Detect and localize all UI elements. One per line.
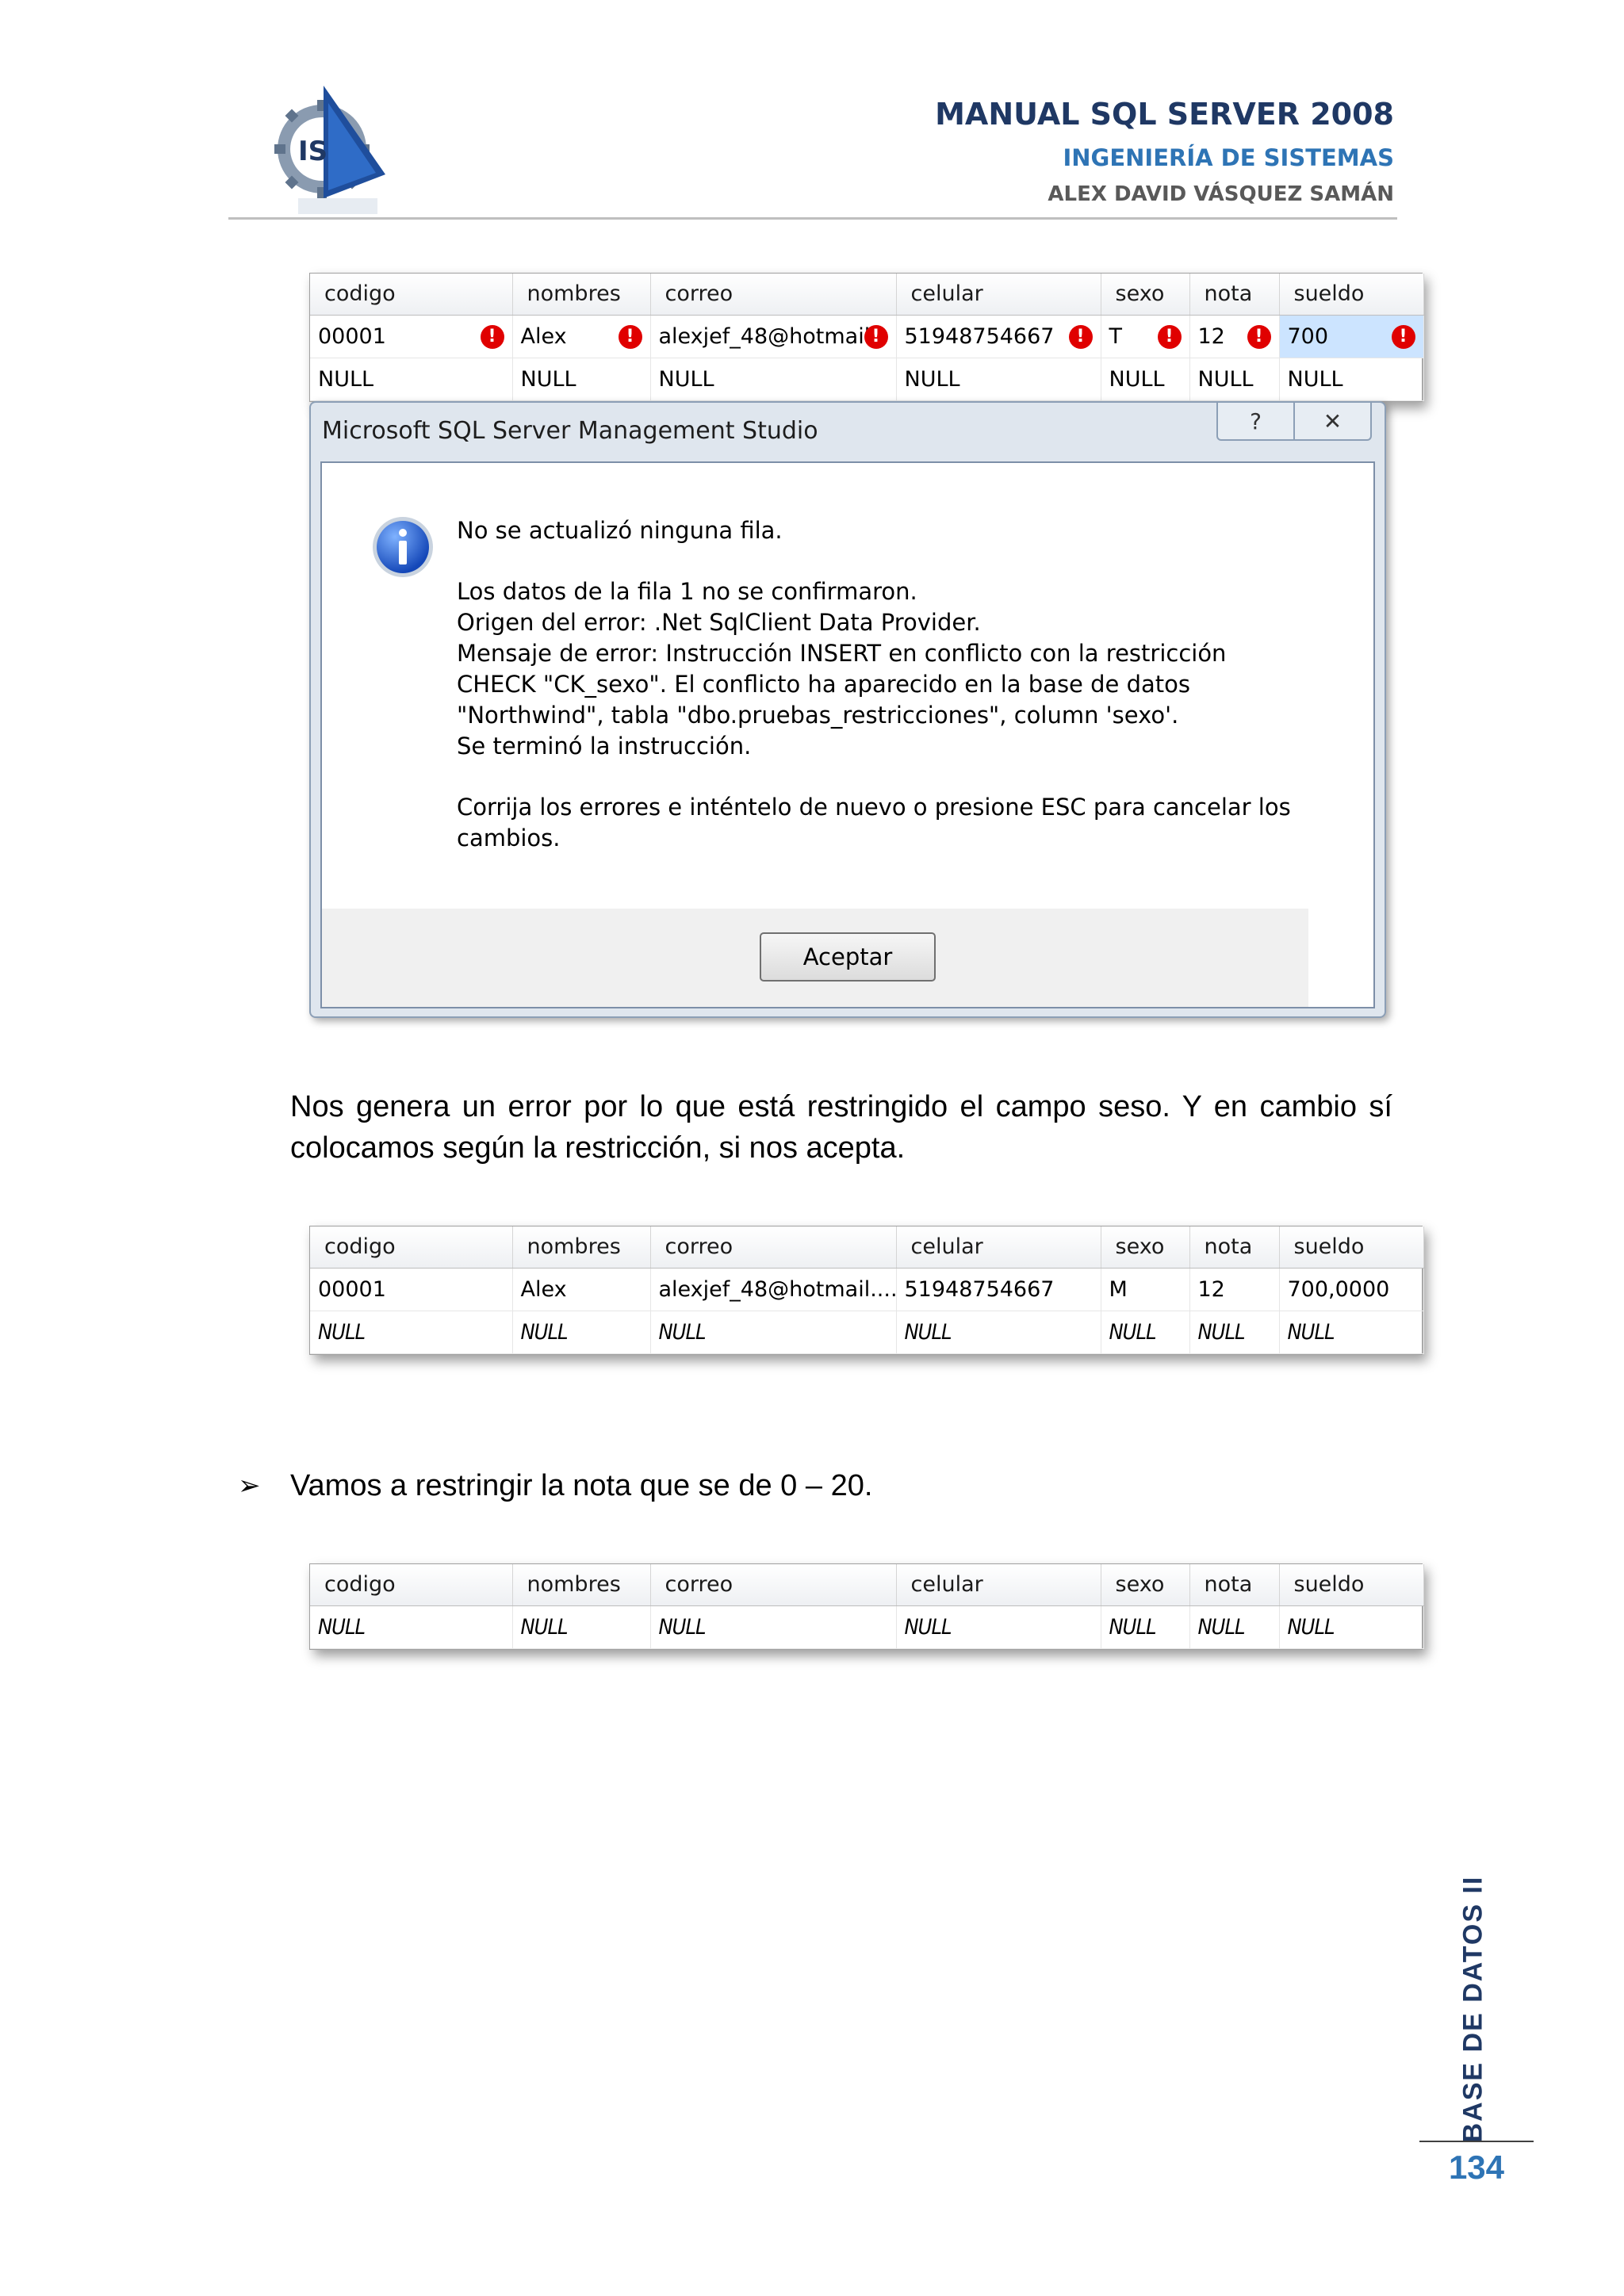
cell[interactable]: NULL	[512, 358, 651, 401]
cell[interactable]: NULL	[310, 1605, 513, 1649]
cell[interactable]: 700,0000	[1279, 1268, 1424, 1311]
dialog-message: No se actualizó ninguna fila. Los datos …	[457, 515, 1329, 854]
dialog-title: Microsoft SQL Server Management Studio	[322, 417, 818, 445]
results-grid-accepted: codigo nombres correo celular sexo nota …	[309, 1226, 1424, 1355]
error-icon: !	[618, 324, 642, 349]
info-icon	[371, 515, 435, 579]
col-header-celular[interactable]: celular	[896, 274, 1101, 316]
col-header-sexo[interactable]: sexo	[1101, 274, 1190, 316]
cell[interactable]: NULL	[1189, 358, 1280, 401]
cell[interactable]: NULL	[1279, 1311, 1424, 1354]
selected-cell[interactable]: 700!	[1279, 315, 1424, 358]
results-grid-error: codigo nombres correo celular sexo nota …	[309, 273, 1424, 402]
cell[interactable]: Alex!	[512, 315, 651, 358]
col-header-codigo[interactable]: codigo	[310, 274, 513, 316]
message-instructions: Corrija los errores e inténtelo de nuevo…	[457, 794, 1291, 851]
cell[interactable]: NULL	[512, 1605, 651, 1649]
col-header-correo[interactable]: correo	[650, 1226, 897, 1269]
error-icon: !	[1247, 324, 1271, 349]
university-logo: IS	[266, 79, 393, 222]
dialog-caption-buttons: ? ✕	[1216, 403, 1372, 441]
col-header-nombres[interactable]: nombres	[512, 1226, 651, 1269]
author-name: ALEX DAVID VÁSQUEZ SAMÁN	[1048, 182, 1394, 206]
col-header-codigo[interactable]: codigo	[310, 1564, 513, 1606]
col-header-celular[interactable]: celular	[896, 1226, 1101, 1269]
col-header-codigo[interactable]: codigo	[310, 1226, 513, 1269]
footer-divider	[1419, 2141, 1534, 2142]
cell[interactable]: NULL	[1189, 1311, 1280, 1354]
cell[interactable]: NULL	[1189, 1605, 1280, 1649]
table-row[interactable]: 00001 Alex alexjef_48@hotmail.... 519487…	[310, 1268, 1424, 1311]
col-header-nota[interactable]: nota	[1189, 1226, 1280, 1269]
col-header-correo[interactable]: correo	[650, 1564, 897, 1606]
manual-subtitle: INGENIERÍA DE SISTEMAS	[1063, 144, 1394, 171]
cell[interactable]: NULL	[650, 358, 897, 401]
col-header-sueldo[interactable]: sueldo	[1279, 274, 1424, 316]
svg-text:IS: IS	[298, 136, 327, 167]
cell[interactable]: Alex	[512, 1268, 651, 1311]
table-row[interactable]: NULL NULL NULL NULL NULL NULL NULL	[310, 1311, 1424, 1354]
cell[interactable]: 51948754667!	[896, 315, 1101, 358]
page-number: 134	[1448, 2149, 1505, 2186]
cell[interactable]: NULL	[310, 1311, 513, 1354]
cell[interactable]: T!	[1101, 315, 1190, 358]
error-dialog: Microsoft SQL Server Management Studio ?…	[309, 401, 1386, 1018]
cell[interactable]: NULL	[1279, 358, 1424, 401]
bullet-item: ➢ Vamos a restringir la nota que se de 0…	[238, 1465, 872, 1506]
cell[interactable]: NULL	[650, 1311, 897, 1354]
message-summary: No se actualizó ninguna fila.	[457, 517, 783, 544]
bullet-text: Vamos a restringir la nota que se de 0 –…	[290, 1469, 873, 1502]
cell[interactable]: alexjef_48@hotmail....	[650, 1268, 897, 1311]
col-header-nota[interactable]: nota	[1189, 1564, 1280, 1606]
table-row[interactable]: 00001! Alex! alexjef_48@hotmail.! 519487…	[310, 315, 1424, 358]
ok-button[interactable]: Aceptar	[760, 932, 936, 982]
col-header-correo[interactable]: correo	[650, 274, 897, 316]
error-icon: !	[480, 324, 504, 349]
col-header-nombres[interactable]: nombres	[512, 1564, 651, 1606]
cell[interactable]: 00001	[310, 1268, 513, 1311]
vertical-course-label: BASE DE DATOS II	[1450, 1876, 1497, 2143]
error-icon: !	[864, 324, 888, 349]
message-details: Los datos de la fila 1 no se confirmaron…	[457, 578, 1227, 760]
col-header-sexo[interactable]: sexo	[1101, 1564, 1190, 1606]
table-row[interactable]: NULL NULL NULL NULL NULL NULL NULL	[310, 1605, 1424, 1649]
col-header-celular[interactable]: celular	[896, 1564, 1101, 1606]
cell[interactable]: NULL	[1101, 1605, 1190, 1649]
cell[interactable]: 12!	[1189, 315, 1280, 358]
dialog-body: No se actualizó ninguna fila. Los datos …	[320, 461, 1375, 1008]
course-label-text: BASE DE DATOS II	[1457, 1875, 1488, 2143]
col-header-nombres[interactable]: nombres	[512, 274, 651, 316]
table-row[interactable]: NULL NULL NULL NULL NULL NULL NULL	[310, 358, 1424, 401]
col-header-sexo[interactable]: sexo	[1101, 1226, 1190, 1269]
cell[interactable]: NULL	[310, 358, 513, 401]
error-icon: !	[1157, 324, 1182, 349]
col-header-sueldo[interactable]: sueldo	[1279, 1564, 1424, 1606]
header-divider	[228, 217, 1397, 220]
cell[interactable]: 51948754667	[896, 1268, 1101, 1311]
arrow-bullet-icon: ➢	[238, 1471, 261, 1501]
cell[interactable]: NULL	[896, 358, 1101, 401]
error-icon: !	[1391, 324, 1415, 349]
cell[interactable]: NULL	[1101, 358, 1190, 401]
manual-title: MANUAL SQL SERVER 2008	[935, 97, 1394, 132]
cell[interactable]: M	[1101, 1268, 1190, 1311]
cell[interactable]: NULL	[896, 1311, 1101, 1354]
cell[interactable]: NULL	[1279, 1605, 1424, 1649]
error-icon: !	[1068, 324, 1093, 349]
results-grid-empty: codigo nombres correo celular sexo nota …	[309, 1563, 1424, 1650]
cell[interactable]: NULL	[650, 1605, 897, 1649]
help-button[interactable]: ?	[1218, 403, 1295, 439]
cell[interactable]: NULL	[512, 1311, 651, 1354]
cell[interactable]: NULL	[1101, 1311, 1190, 1354]
cell[interactable]: 12	[1189, 1268, 1280, 1311]
cell[interactable]: 00001!	[310, 315, 513, 358]
col-header-sueldo[interactable]: sueldo	[1279, 1226, 1424, 1269]
cell[interactable]: alexjef_48@hotmail.!	[650, 315, 897, 358]
close-button[interactable]: ✕	[1295, 403, 1370, 439]
body-paragraph: Nos genera un error por lo que está rest…	[290, 1090, 1392, 1165]
col-header-nota[interactable]: nota	[1189, 274, 1280, 316]
cell[interactable]: NULL	[896, 1605, 1101, 1649]
